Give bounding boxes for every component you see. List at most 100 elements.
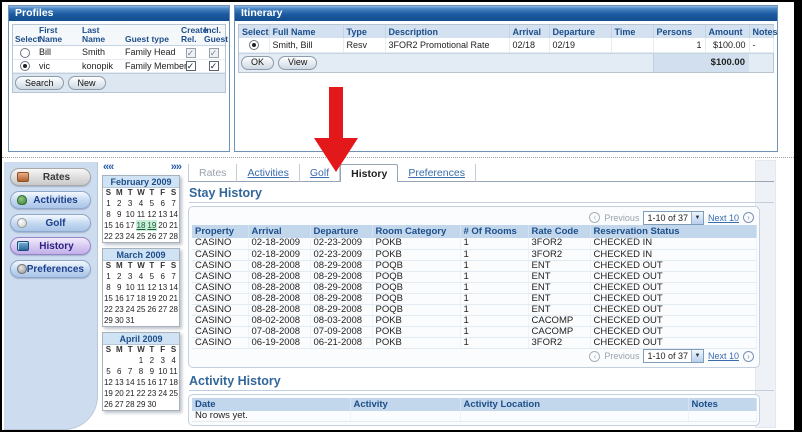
next-page-link[interactable]: Next 10 — [708, 351, 739, 361]
next-page-link[interactable]: Next 10 — [708, 213, 739, 223]
calendar-day[interactable]: 14 — [168, 282, 179, 293]
calendar-day[interactable]: 23 — [114, 231, 125, 242]
calendar-day[interactable]: 8 — [103, 209, 114, 220]
next-page-icon[interactable]: › — [743, 212, 754, 223]
calendar-day[interactable]: 27 — [114, 399, 125, 410]
calendar-day[interactable]: 13 — [157, 282, 168, 293]
calendar-day[interactable]: 27 — [157, 231, 168, 242]
calendar-day[interactable]: 5 — [146, 271, 157, 282]
calendar-day[interactable]: 15 — [103, 293, 114, 304]
calendar-day[interactable]: 7 — [168, 271, 179, 282]
search-button[interactable]: Search — [15, 76, 64, 90]
calendar-day[interactable]: 7 — [168, 198, 179, 209]
incl-guest-checkbox[interactable] — [209, 61, 219, 71]
calendar-day[interactable]: 18 — [168, 377, 179, 388]
calendar-day[interactable]: 17 — [125, 293, 136, 304]
calendar-day[interactable]: 23 — [114, 304, 125, 315]
calendar-day[interactable]: 25 — [136, 231, 147, 242]
calendar-day[interactable] — [125, 355, 136, 366]
sidebar-item-rates[interactable]: Rates — [10, 168, 91, 186]
calendar-day[interactable]: 28 — [168, 304, 179, 315]
calendar-day[interactable]: 11 — [136, 209, 147, 220]
page-range-dropdown[interactable]: 1-10 of 37 ▼ — [643, 211, 704, 225]
calendar-day[interactable]: 28 — [125, 399, 136, 410]
calendar-day[interactable]: 31 — [125, 315, 136, 326]
calendar-day[interactable]: 3 — [125, 198, 136, 209]
calendar-day[interactable]: 19 — [146, 293, 157, 304]
calendar-day[interactable]: 29 — [136, 399, 147, 410]
calendar-day[interactable]: 3 — [157, 355, 168, 366]
create-rel-checkbox[interactable] — [186, 61, 196, 71]
calendar-day[interactable]: 12 — [103, 377, 114, 388]
profile-select-radio[interactable] — [20, 48, 30, 58]
calendar-day[interactable]: 26 — [146, 231, 157, 242]
calendar-day[interactable]: 19 — [103, 388, 114, 399]
tab-activities[interactable]: Activities — [237, 164, 299, 182]
calendar-day[interactable]: 10 — [125, 282, 136, 293]
calendar-day[interactable]: 20 — [157, 220, 168, 231]
calendar-day[interactable]: 22 — [103, 231, 114, 242]
calendar-day[interactable]: 2 — [114, 271, 125, 282]
profile-select-radio[interactable] — [20, 61, 30, 71]
calendar-day[interactable]: 17 — [157, 377, 168, 388]
calendar-prev-icon[interactable]: «« — [103, 162, 113, 175]
calendar-day[interactable]: 24 — [125, 304, 136, 315]
calendar-day[interactable]: 24 — [157, 388, 168, 399]
sidebar-item-golf[interactable]: Golf — [10, 214, 91, 232]
calendar-day[interactable]: 30 — [114, 315, 125, 326]
calendar-day[interactable]: 1 — [103, 198, 114, 209]
calendar-day[interactable]: 12 — [146, 209, 157, 220]
create-rel-checkbox[interactable] — [186, 48, 196, 58]
calendar-day[interactable]: 10 — [157, 366, 168, 377]
calendar-day[interactable]: 23 — [146, 388, 157, 399]
calendar-day[interactable]: 4 — [136, 271, 147, 282]
calendar-day[interactable]: 18 — [136, 293, 147, 304]
calendar-day[interactable]: 22 — [136, 388, 147, 399]
calendar-day[interactable]: 9 — [114, 282, 125, 293]
calendar-day[interactable] — [114, 355, 125, 366]
calendar-day[interactable]: 8 — [103, 282, 114, 293]
calendar-day[interactable]: 11 — [136, 282, 147, 293]
calendar-day[interactable]: 17 — [125, 220, 136, 231]
calendar-day[interactable]: 1 — [103, 271, 114, 282]
calendar-day[interactable]: 16 — [146, 377, 157, 388]
calendar-day[interactable]: 21 — [168, 220, 179, 231]
calendar-day[interactable]: 1 — [136, 355, 147, 366]
calendar-day[interactable]: 10 — [125, 209, 136, 220]
new-button[interactable]: New — [68, 76, 106, 90]
next-page-icon[interactable]: › — [743, 351, 754, 362]
calendar-day[interactable]: 27 — [157, 304, 168, 315]
calendar-day[interactable]: 14 — [168, 209, 179, 220]
calendar-day[interactable]: 13 — [114, 377, 125, 388]
calendar-day[interactable]: 14 — [125, 377, 136, 388]
incl-guest-checkbox[interactable] — [209, 48, 219, 58]
calendar-day[interactable]: 24 — [125, 231, 136, 242]
calendar-day[interactable]: 15 — [103, 220, 114, 231]
page-range-dropdown[interactable]: 1-10 of 37 ▼ — [643, 349, 704, 363]
dropdown-arrow-icon[interactable]: ▼ — [691, 350, 703, 362]
calendar-day[interactable]: 6 — [157, 271, 168, 282]
calendar-day[interactable]: 4 — [136, 198, 147, 209]
view-button[interactable]: View — [278, 56, 317, 70]
sidebar-item-activities[interactable]: Activities — [10, 191, 91, 209]
calendar-day[interactable]: 6 — [114, 366, 125, 377]
calendar-day[interactable]: 12 — [146, 282, 157, 293]
ok-button[interactable]: OK — [241, 56, 274, 70]
sidebar-item-preferences[interactable]: Preferences — [10, 260, 91, 278]
calendar-day[interactable]: 26 — [103, 399, 114, 410]
calendar-day[interactable] — [103, 355, 114, 366]
calendar-day[interactable]: 7 — [125, 366, 136, 377]
calendar-day[interactable]: 25 — [168, 388, 179, 399]
tab-preferences[interactable]: Preferences — [398, 164, 476, 182]
calendar-day[interactable]: 6 — [157, 198, 168, 209]
calendar-day[interactable]: 20 — [114, 388, 125, 399]
calendar-day[interactable]: 16 — [114, 293, 125, 304]
calendar-day[interactable]: 13 — [157, 209, 168, 220]
calendar-next-icon[interactable]: »» — [171, 162, 181, 175]
calendar-day[interactable]: 22 — [103, 304, 114, 315]
calendar-day[interactable]: 9 — [146, 366, 157, 377]
calendar-day[interactable]: 2 — [146, 355, 157, 366]
calendar-day[interactable]: 20 — [157, 293, 168, 304]
calendar-day[interactable]: 21 — [168, 293, 179, 304]
calendar-day[interactable]: 8 — [136, 366, 147, 377]
